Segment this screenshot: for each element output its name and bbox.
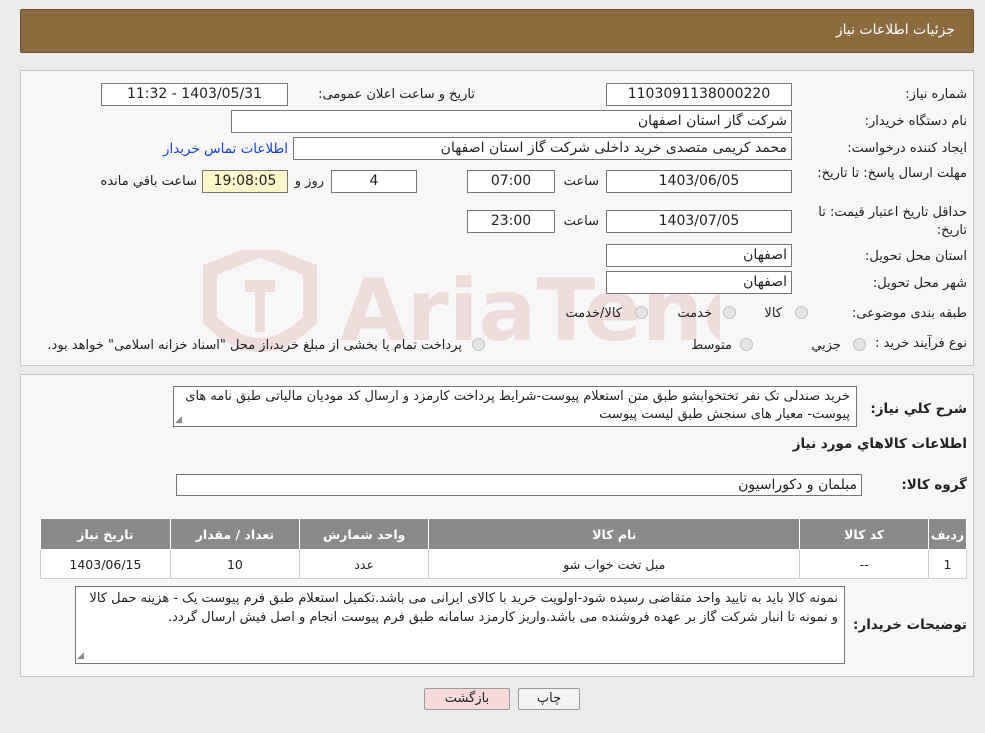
- col-header-date: تاريخ نياز: [40, 518, 171, 550]
- col-header-code: کد کالا: [799, 518, 930, 550]
- table-row: 1 -- مبل تخت خواب شو عدد 10 1403/06/15: [40, 549, 967, 579]
- days-label: روز و: [294, 174, 324, 189]
- category-radio-service[interactable]: [723, 306, 736, 319]
- province-field: اصفهان: [606, 244, 792, 267]
- category-radio-goods-service[interactable]: [635, 306, 648, 319]
- print-button[interactable]: چاپ: [518, 688, 580, 710]
- announce-label: تاریخ و ساعت اعلان عمومی:: [318, 87, 475, 102]
- city-field: اصفهان: [606, 271, 792, 294]
- validity-time-field: 23:00: [467, 210, 555, 233]
- back-button[interactable]: بازگشت: [424, 688, 510, 710]
- need-number-label: شماره نیاز:: [905, 87, 967, 102]
- creator-label: ایجاد کننده درخواست:: [847, 141, 967, 156]
- col-header-unit: واحد شمارش: [298, 518, 430, 550]
- description-textarea[interactable]: خرید صندلی تک نفر تختخوابشو طبق متن استع…: [173, 386, 857, 427]
- category-label: طبقه بندی موضوعی:: [851, 306, 967, 321]
- cell-quantity: 10: [169, 549, 300, 579]
- creator-field: محمد کریمی متصدی خرید داخلی شرکت گاز است…: [293, 137, 792, 160]
- price-validity-label: حداقل تاریخ اعتبار قیمت: تا تاریخ:: [818, 205, 967, 238]
- reply-time-field: 07:00: [467, 170, 555, 193]
- process-option-minor: جزيي: [811, 338, 841, 353]
- process-label: نوع فرآیند خرید :: [875, 336, 967, 351]
- process-note: پرداخت تمام یا بخشی از مبلغ خرید،از محل …: [47, 338, 462, 353]
- buyer-notes-label: توضیحات خریدار:: [853, 617, 967, 633]
- process-treasury-checkbox[interactable]: [472, 338, 485, 351]
- need-number-field: 1103091138000220: [606, 83, 792, 106]
- remaining-time-field: 19:08:05: [202, 170, 288, 193]
- buyer-org-label: نام دستگاه خریدار:: [864, 114, 967, 129]
- description-label: شرح کلي نياز:: [870, 401, 967, 417]
- col-header-quantity: تعداد / مقدار: [169, 518, 300, 550]
- cell-unit: عدد: [298, 549, 430, 579]
- process-radio-minor[interactable]: [853, 338, 866, 351]
- city-label: شهر محل تحویل:: [872, 276, 967, 291]
- reply-date-field: 1403/06/05: [606, 170, 792, 193]
- remaining-label: ساعت باقي مانده: [100, 174, 197, 189]
- goods-section-title: اطلاعات کالاهاي مورد نياز: [792, 436, 967, 452]
- reply-deadline-label: مهلت ارسال پاسخ: تا تاریخ:: [817, 166, 967, 181]
- process-radio-medium[interactable]: [740, 338, 753, 351]
- contact-info-link[interactable]: اطلاعات تماس خریدار: [163, 141, 288, 157]
- category-option-service: خدمت: [677, 306, 712, 321]
- announce-field: 1403/05/31 - 11:32: [101, 83, 288, 106]
- goods-table: رديف کد کالا نام کالا واحد شمارش تعداد /…: [40, 518, 967, 579]
- cell-name: مبل تخت خواب شو: [428, 549, 801, 579]
- validity-date-field: 1403/07/05: [606, 210, 792, 233]
- resize-grip-icon[interactable]: ◢: [77, 651, 87, 661]
- cell-code: --: [799, 549, 930, 579]
- col-header-row: رديف: [928, 518, 967, 550]
- province-label: استان محل تحویل:: [865, 249, 967, 264]
- process-option-medium: متوسط: [691, 338, 732, 353]
- validity-time-label: ساعت: [563, 214, 599, 229]
- page-header: جزئیات اطلاعات نیاز: [20, 9, 974, 53]
- cell-row: 1: [928, 549, 967, 579]
- page-title: جزئیات اطلاعات نیاز: [835, 22, 955, 38]
- resize-grip-icon[interactable]: ◢: [175, 415, 185, 425]
- reply-time-label: ساعت: [563, 174, 599, 189]
- category-option-goods: کالا: [764, 306, 782, 321]
- table-header-row: رديف کد کالا نام کالا واحد شمارش تعداد /…: [40, 518, 967, 550]
- cell-date: 1403/06/15: [40, 549, 171, 579]
- buyer-org-field: شرکت گاز استان اصفهان: [231, 110, 792, 133]
- goods-group-label: گروه کالا:: [901, 477, 967, 493]
- buyer-notes-textarea[interactable]: نمونه کالا باید به تایید واحد متقاضی رسی…: [75, 586, 845, 664]
- col-header-name: نام کالا: [428, 518, 801, 550]
- category-option-goods-service: کالا/خدمت: [565, 306, 622, 321]
- days-field: 4: [331, 170, 417, 193]
- goods-group-field: مبلمان و دکوراسیون: [176, 474, 862, 496]
- category-radio-goods[interactable]: [795, 306, 808, 319]
